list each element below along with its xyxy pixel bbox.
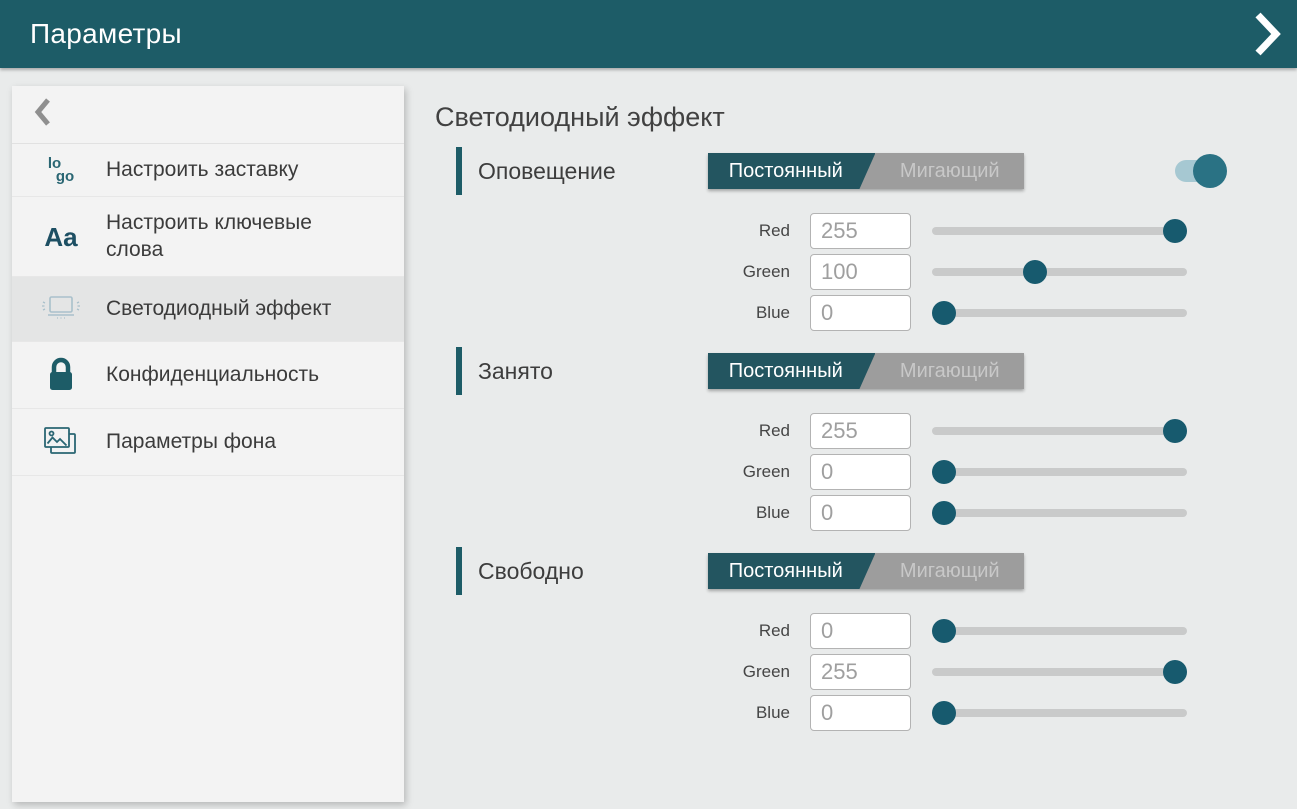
channel-label: Green [435,462,790,482]
page-title: Параметры [30,18,182,50]
slider-thumb[interactable] [1163,660,1187,684]
mode-toggle[interactable]: Постоянный Мигающий [708,153,1024,189]
slider-track [932,309,1187,317]
led-section: Занято Постоянный Мигающий Red Green Blu… [435,347,1247,531]
sidebar-item-label: Конфиденциальность [106,362,319,388]
channel-label: Red [435,421,790,441]
channel-slider[interactable] [932,654,1187,690]
channel-slider[interactable] [932,413,1187,449]
section-accent-bar [456,547,462,595]
chevron-right-icon[interactable] [1253,11,1281,57]
channel-value-input[interactable] [810,495,911,531]
channel-row: Red [435,413,1247,449]
mode-option-constant[interactable]: Постоянный [708,353,875,389]
slider-thumb[interactable] [1163,219,1187,243]
channel-value-input[interactable] [810,613,911,649]
channel-slider[interactable] [932,613,1187,649]
settings-sidebar: logo Настроить заставку Aa Настроить клю… [12,86,404,802]
channel-label: Red [435,621,790,641]
channel-label: Green [435,262,790,282]
slider-track [932,227,1187,235]
sidebar-item-label: Настроить заставку [106,157,298,183]
slider-track [932,668,1187,676]
channel-value-input[interactable] [810,654,911,690]
mode-option-constant[interactable]: Постоянный [708,553,875,589]
sidebar-item-label: Параметры фона [106,429,276,455]
sidebar-item-led-effect[interactable]: Светодиодный эффект [12,277,404,342]
slider-thumb[interactable] [932,301,956,325]
panel-title: Светодиодный эффект [435,102,1247,133]
chevron-left-icon [34,97,51,132]
mode-option-constant[interactable]: Постоянный [708,153,875,189]
mode-option-blinking[interactable]: Мигающий [875,553,1024,589]
led-section: Оповещение Постоянный Мигающий Red Green [435,147,1247,331]
sidebar-item-label: Настроить ключевые слова [106,210,351,263]
mode-toggle[interactable]: Постоянный Мигающий [708,353,1024,389]
slider-track [932,709,1187,717]
channel-value-input[interactable] [810,254,911,290]
channel-value-input[interactable] [810,695,911,731]
channel-label: Blue [435,703,790,723]
channel-slider[interactable] [932,213,1187,249]
led-effect-icon [36,290,86,328]
channel-slider[interactable] [932,295,1187,331]
keywords-icon: Aa [36,224,86,250]
slider-track [932,468,1187,476]
sidebar-item-background[interactable]: Параметры фона [12,409,404,476]
section-label: Свободно [478,558,692,585]
slider-track [932,427,1187,435]
channel-label: Red [435,221,790,241]
channel-row: Red [435,613,1247,649]
background-icon [36,422,86,462]
channel-slider[interactable] [932,495,1187,531]
slider-track [932,627,1187,635]
channel-value-input[interactable] [810,454,911,490]
lock-icon [36,355,86,395]
channel-row: Blue [435,495,1247,531]
slider-track [932,268,1187,276]
section-label: Занято [478,358,692,385]
channel-value-input[interactable] [810,295,911,331]
section-accent-bar [456,347,462,395]
channel-slider[interactable] [932,254,1187,290]
logo-icon: logo [36,157,86,183]
sidebar-item-keywords[interactable]: Aa Настроить ключевые слова [12,197,404,277]
led-section: Свободно Постоянный Мигающий Red Green B… [435,547,1247,731]
sidebar-item-lock[interactable]: Конфиденциальность [12,342,404,409]
slider-thumb[interactable] [932,701,956,725]
mode-option-blinking[interactable]: Мигающий [875,353,1024,389]
switch-knob [1193,154,1227,188]
led-effect-panel: Светодиодный эффект Оповещение Постоянны… [435,86,1247,747]
channel-label: Green [435,662,790,682]
channel-row: Green [435,654,1247,690]
mode-option-blinking[interactable]: Мигающий [875,153,1024,189]
app-header: Параметры [0,0,1297,68]
power-switch[interactable] [1175,154,1227,188]
slider-thumb[interactable] [1163,419,1187,443]
section-label: Оповещение [478,158,692,185]
channel-label: Blue [435,303,790,323]
sidebar-item-label: Светодиодный эффект [106,296,331,322]
channel-row: Red [435,213,1247,249]
channel-slider[interactable] [932,454,1187,490]
channel-label: Blue [435,503,790,523]
back-button[interactable] [12,86,404,144]
channel-slider[interactable] [932,695,1187,731]
channel-row: Blue [435,295,1247,331]
sidebar-item-logo[interactable]: logo Настроить заставку [12,144,404,197]
slider-track [932,509,1187,517]
slider-thumb[interactable] [1023,260,1047,284]
slider-thumb[interactable] [932,460,956,484]
channel-row: Blue [435,695,1247,731]
channel-value-input[interactable] [810,213,911,249]
channel-row: Green [435,454,1247,490]
section-accent-bar [456,147,462,195]
slider-thumb[interactable] [932,501,956,525]
channel-value-input[interactable] [810,413,911,449]
slider-thumb[interactable] [932,619,956,643]
channel-row: Green [435,254,1247,290]
mode-toggle[interactable]: Постоянный Мигающий [708,553,1024,589]
